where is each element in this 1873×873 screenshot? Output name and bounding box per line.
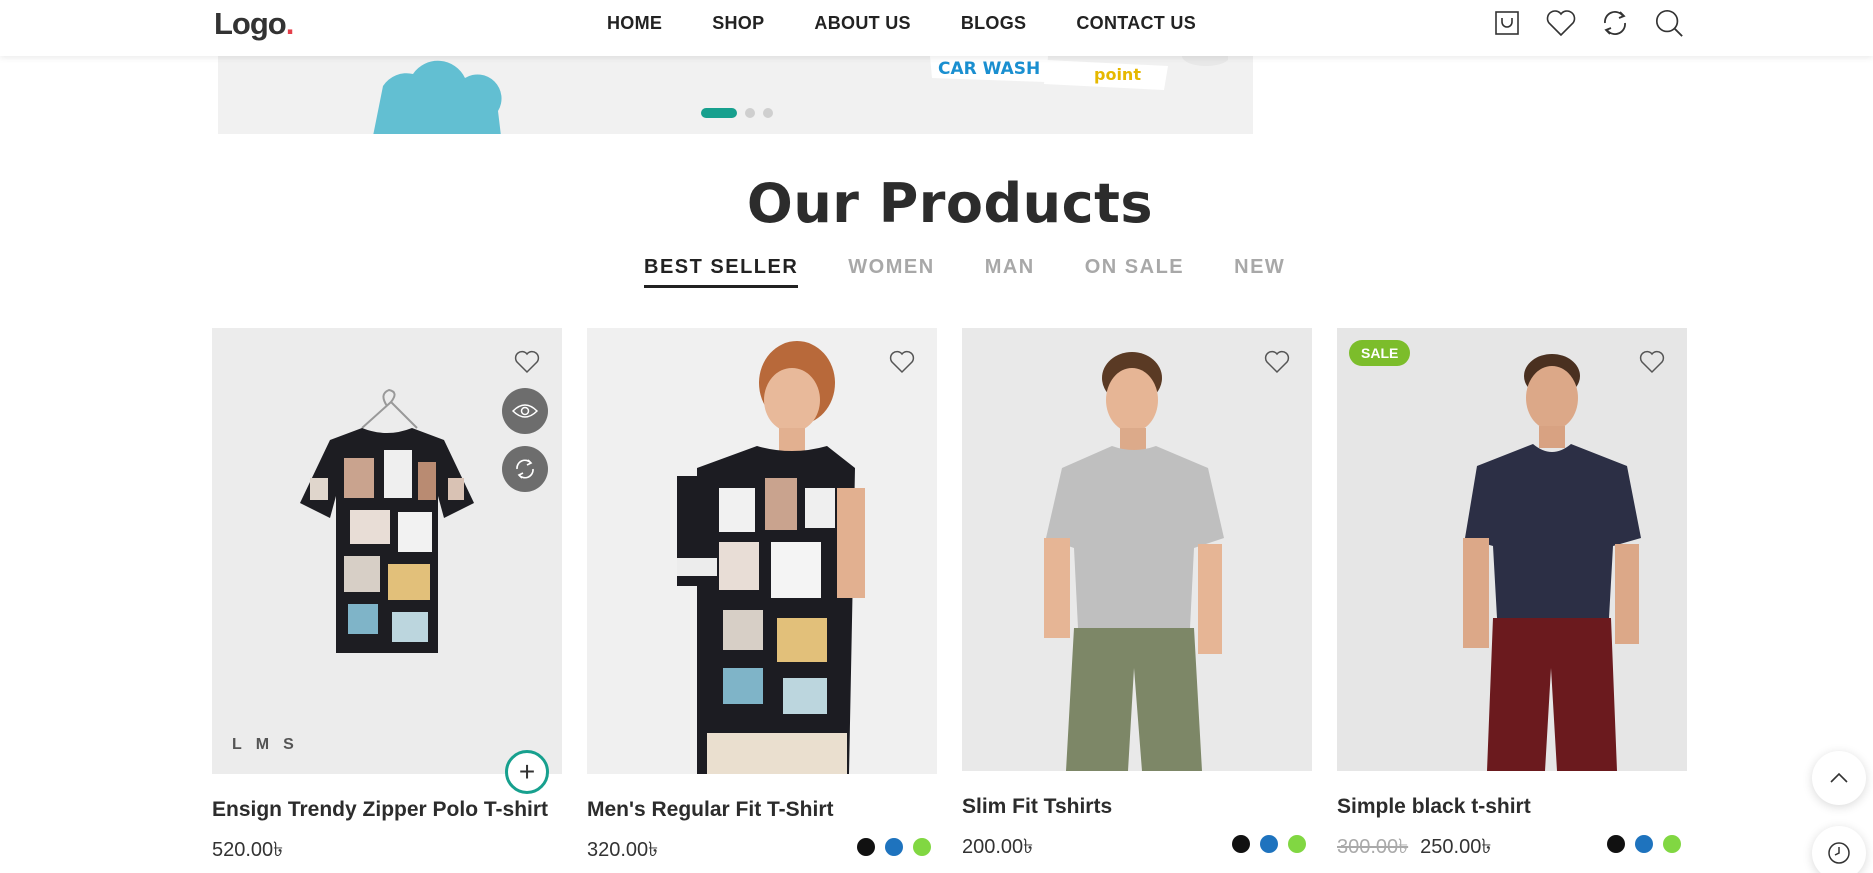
eye-icon (512, 404, 538, 418)
swatch-blue[interactable] (1260, 835, 1278, 853)
cloud-illustration (373, 56, 503, 134)
product-card[interactable]: SALE Simple black t-shirt 300.00৳ 250.00৳ (1337, 328, 1687, 858)
product-price: 250.00৳ (1420, 836, 1492, 858)
model-grey-tshirt-illustration (1044, 352, 1224, 771)
logo-text: Logo (214, 6, 287, 41)
product-name[interactable]: Men's Regular Fit T-Shirt (587, 798, 834, 822)
hero-slider: CAR WASH point (218, 56, 1253, 134)
tab-man[interactable]: MAN (985, 256, 1035, 288)
product-tabs: BEST SELLER WOMEN MAN ON SALE NEW (644, 256, 1285, 288)
slider-dots (701, 108, 773, 118)
swatch-black[interactable] (1607, 835, 1625, 853)
size-option[interactable]: S (283, 736, 294, 754)
swatch-blue[interactable] (1635, 835, 1653, 853)
old-price: 300.00৳ (1337, 836, 1409, 858)
model-navy-tshirt-illustration (1463, 354, 1641, 771)
size-option[interactable]: L (232, 736, 242, 754)
swatch-black[interactable] (1232, 835, 1250, 853)
banner-sticker: CAR WASH point (928, 56, 1230, 101)
tab-women[interactable]: WOMEN (848, 256, 934, 288)
recently-viewed-button[interactable] (1812, 826, 1866, 873)
swatch-green[interactable] (913, 838, 931, 856)
tab-on-sale[interactable]: ON SALE (1085, 256, 1184, 288)
product-price-group: 300.00৳ 250.00৳ (1337, 832, 1491, 865)
product-image[interactable] (962, 328, 1312, 771)
size-options: L M S (232, 736, 294, 754)
sale-badge: SALE (1349, 340, 1411, 366)
size-option[interactable]: M (256, 736, 269, 754)
logo[interactable]: Logo. (214, 6, 295, 42)
product-name[interactable]: Simple black t-shirt (1337, 795, 1531, 819)
product-name[interactable]: Slim Fit Tshirts (962, 795, 1112, 819)
scroll-to-top-button[interactable] (1812, 751, 1866, 805)
compare-icon (516, 459, 534, 479)
nav-home[interactable]: HOME (607, 13, 662, 34)
model-printed-tshirt-illustration (677, 341, 865, 774)
nav-blogs[interactable]: BLOGS (961, 13, 1027, 34)
wishlist-heart-icon[interactable] (1639, 350, 1665, 376)
wishlist-heart-icon[interactable] (1264, 350, 1290, 376)
product-price: 320.00৳ (587, 839, 659, 861)
product-image[interactable]: L M S (212, 328, 562, 774)
chevron-up-icon (1830, 772, 1848, 783)
product-price: 520.00৳ (212, 839, 284, 861)
product-name[interactable]: Ensign Trendy Zipper Polo T-shirt (212, 798, 548, 822)
color-swatches (1607, 835, 1681, 853)
product-image[interactable]: SALE (1337, 328, 1687, 771)
header-icons (1492, 8, 1684, 38)
slider-dot[interactable] (763, 108, 773, 118)
nav-shop[interactable]: SHOP (712, 13, 764, 34)
swatch-blue[interactable] (885, 838, 903, 856)
swatch-green[interactable] (1288, 835, 1306, 853)
logo-dot: . (285, 6, 295, 41)
quick-view-button[interactable] (502, 388, 548, 434)
tab-best-seller[interactable]: BEST SELLER (644, 256, 799, 288)
add-to-cart-button[interactable]: + (505, 750, 549, 794)
section-title: Our Products (746, 172, 1154, 235)
sticker-text-2: point (1094, 65, 1141, 84)
color-swatches (1232, 835, 1306, 853)
main-nav: HOME SHOP ABOUT US BLOGS CONTACT US (607, 13, 1196, 34)
nav-contact-us[interactable]: CONTACT US (1076, 13, 1196, 34)
wishlist-heart-icon[interactable] (514, 350, 540, 376)
product-card[interactable]: Men's Regular Fit T-Shirt 320.00৳ (587, 328, 937, 861)
compare-button[interactable] (502, 446, 548, 492)
compare-icon[interactable] (1600, 8, 1630, 38)
clock-icon (1828, 842, 1850, 864)
cart-icon[interactable] (1492, 8, 1522, 38)
slider-dot-active[interactable] (701, 108, 737, 118)
product-price: 200.00৳ (962, 836, 1034, 858)
product-image[interactable] (587, 328, 937, 774)
color-swatches (857, 838, 931, 856)
site-header: Logo. HOME SHOP ABOUT US BLOGS CONTACT U… (0, 0, 1873, 56)
product-card[interactable]: L M S + Ensign Trendy Zipper Polo T-shir… (212, 328, 562, 861)
search-icon[interactable] (1654, 8, 1684, 38)
slider-dot[interactable] (745, 108, 755, 118)
wishlist-heart-icon[interactable] (889, 350, 915, 376)
heart-icon[interactable] (1546, 8, 1576, 38)
tab-new[interactable]: NEW (1234, 256, 1285, 288)
nav-about-us[interactable]: ABOUT US (814, 13, 910, 34)
swatch-black[interactable] (857, 838, 875, 856)
swatch-green[interactable] (1663, 835, 1681, 853)
sticker-text-1: CAR WASH (938, 59, 1040, 79)
product-card[interactable]: Slim Fit Tshirts 200.00৳ (962, 328, 1312, 858)
